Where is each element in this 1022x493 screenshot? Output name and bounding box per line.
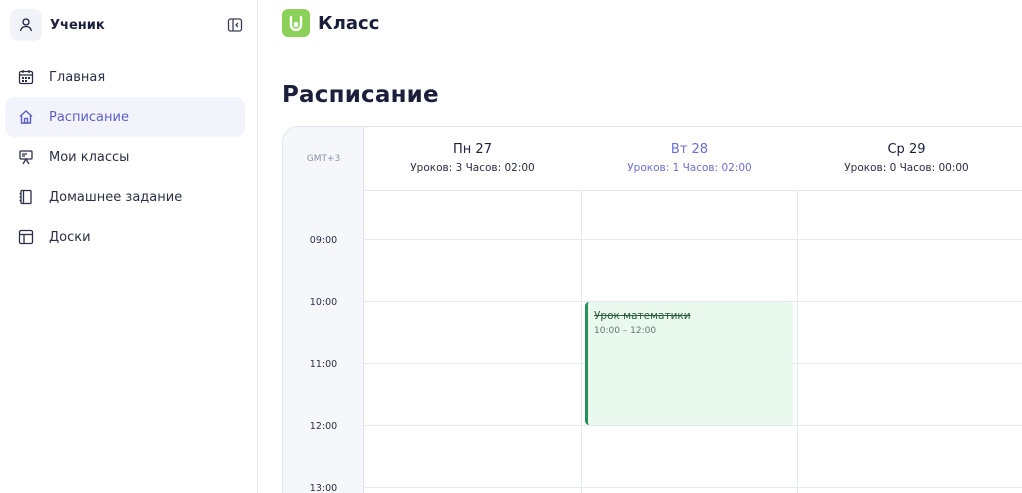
time-label: 13:00 <box>309 483 338 493</box>
app-name: Класс <box>318 12 380 34</box>
time-column: GMT+3 09:00 10:00 11:00 12:00 13:00 <box>283 127 364 493</box>
sidebar-item-homework[interactable]: Домашнее задание <box>5 177 245 217</box>
sidebar-item-boards[interactable]: Доски <box>5 217 245 257</box>
day-divider <box>797 190 798 493</box>
sidebar-item-label: Доски <box>49 229 91 245</box>
sidebar-item-schedule[interactable]: Расписание <box>5 97 245 137</box>
layout-board-icon <box>17 228 35 246</box>
event-time: 10:00 – 12:00 <box>594 326 657 336</box>
day-stats: Уроков: 3 Часов: 02:00 <box>410 162 535 174</box>
presentation-board-icon <box>17 148 35 166</box>
day-name: Ср 29 <box>887 142 926 157</box>
day-stats: Уроков: 1 Часов: 02:00 <box>627 162 752 174</box>
hour-line <box>364 425 1022 426</box>
class-logo-icon <box>282 9 310 37</box>
page-title: Расписание <box>282 82 439 108</box>
user-name: Ученик <box>50 17 105 33</box>
day-name: Пн 27 <box>453 142 492 157</box>
time-label: 10:00 <box>309 297 338 308</box>
calendar-grid-icon <box>17 68 35 86</box>
sidebar-item-label: Главная <box>49 69 106 85</box>
event-title: Урок математики <box>594 310 691 322</box>
day-stats: Уроков: 0 Часов: 00:00 <box>844 162 969 174</box>
sidebar-item-my-classes[interactable]: Мои классы <box>5 137 245 177</box>
home-icon <box>17 108 35 126</box>
day-header[interactable]: Ср 29 Уроков: 0 Часов: 00:00 <box>798 127 1015 190</box>
day-header[interactable]: Пн 27 Уроков: 3 Часов: 02:00 <box>364 127 581 190</box>
user-profile[interactable]: Ученик <box>10 9 248 41</box>
day-name: Вт 28 <box>670 142 709 157</box>
day-header-today[interactable]: Вт 28 Уроков: 1 Часов: 02:00 <box>581 127 798 190</box>
sidebar-nav: Главная Расписание Мои классы Домашнее з… <box>5 57 245 257</box>
day-divider <box>581 190 582 493</box>
sidebar-item-label: Домашнее задание <box>49 189 183 205</box>
time-label: 11:00 <box>309 359 338 370</box>
sidebar-item-label: Расписание <box>49 109 129 125</box>
timezone-label: GMT+3 <box>306 154 341 164</box>
sidebar: Ученик Главная Расписание Мои классы Дом… <box>0 0 258 493</box>
time-label: 09:00 <box>309 235 338 246</box>
lesson-event[interactable]: Урок математики 10:00 – 12:00 <box>585 302 793 425</box>
schedule-calendar: GMT+3 09:00 10:00 11:00 12:00 13:00 Пн 2… <box>282 126 1022 493</box>
sidebar-item-home[interactable]: Главная <box>5 57 245 97</box>
hour-line <box>364 239 1022 240</box>
user-icon <box>10 9 42 41</box>
notebook-icon <box>17 188 35 206</box>
time-label: 12:00 <box>309 421 338 432</box>
header-divider <box>364 190 1022 191</box>
hour-line <box>364 487 1022 488</box>
app-logo[interactable]: Класс <box>282 9 379 37</box>
sidebar-item-label: Мои классы <box>49 149 130 165</box>
sidebar-collapse-icon[interactable] <box>226 16 244 34</box>
